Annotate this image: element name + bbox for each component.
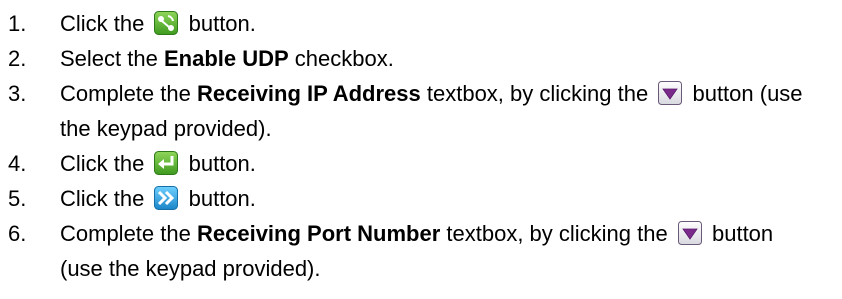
dropdown-arrow-icon: [658, 81, 683, 105]
step-text: Complete the Receiving Port Number textb…: [60, 221, 774, 281]
field-name: Receiving Port Number: [196, 221, 441, 246]
step-number: 6.: [8, 221, 27, 246]
step-text: Select the Enable UDP checkbox.: [60, 46, 394, 71]
step-text: Complete the Receiving IP Address textbo…: [60, 81, 803, 141]
step-text: Click the button.: [60, 11, 256, 36]
dropdown-arrow-icon: [677, 221, 702, 245]
step-number: 2.: [8, 46, 27, 71]
enter-return-icon: [154, 151, 179, 175]
share-connect-icon: [154, 11, 179, 35]
step-5: 5. Click the button.: [0, 181, 842, 216]
step-number: 1.: [8, 11, 27, 36]
next-double-chevron-icon: [154, 186, 179, 210]
field-name: Receiving IP Address: [196, 81, 421, 106]
step-6: 6. Complete the Receiving Port Number te…: [0, 216, 842, 286]
step-text: Click the button.: [60, 151, 256, 176]
step-text: Click the button.: [60, 186, 256, 211]
field-name: Enable UDP: [163, 46, 289, 71]
step-4: 4. Click the button.: [0, 146, 842, 181]
step-2: 2. Select the Enable UDP checkbox.: [0, 41, 842, 76]
step-3: 3. Complete the Receiving IP Address tex…: [0, 76, 842, 146]
step-number: 4.: [8, 151, 27, 176]
instruction-steps: 1. Click the button. 2. Select the Enabl…: [0, 6, 842, 286]
step-1: 1. Click the button.: [0, 6, 842, 41]
step-number: 5.: [8, 186, 27, 211]
step-number: 3.: [8, 81, 27, 106]
